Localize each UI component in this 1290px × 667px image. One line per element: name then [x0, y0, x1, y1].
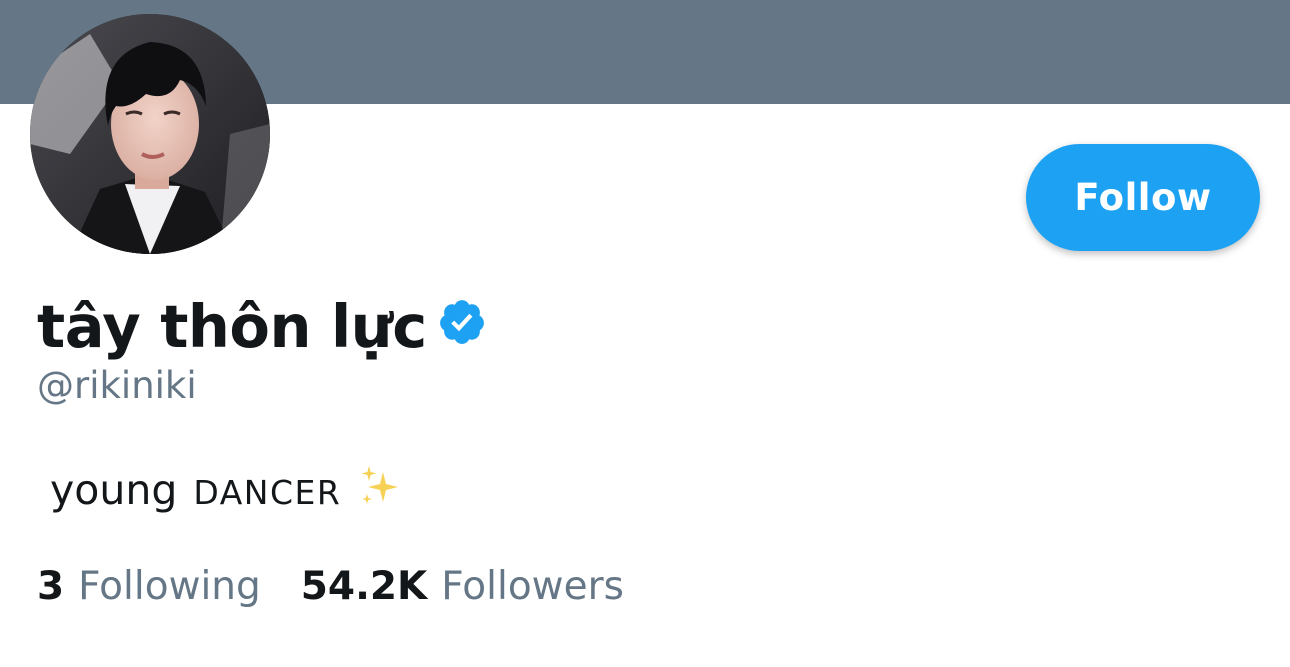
avatar[interactable] [30, 14, 270, 254]
bio-text: young [50, 466, 178, 514]
following-stat[interactable]: 3 Following [37, 564, 261, 609]
sparkles-icon [357, 464, 403, 510]
following-count: 3 [37, 564, 65, 609]
profile-stats: 3 Following 54.2K Followers [37, 564, 624, 609]
user-handle: @rikiniki [37, 364, 197, 407]
profile-bio: young DANCER [50, 458, 403, 514]
followers-stat[interactable]: 54.2K Followers [301, 564, 624, 609]
bio-text-caps: DANCER [193, 473, 342, 512]
avatar-image [30, 14, 270, 254]
profile-card: Follow tây thôn lực @rikiniki young DANC… [0, 0, 1290, 667]
following-label: Following [78, 564, 261, 609]
follow-button[interactable]: Follow [1026, 144, 1260, 251]
display-name-row: tây thôn lực [37, 288, 487, 364]
verified-badge-icon [437, 297, 487, 347]
followers-count: 54.2K [300, 564, 428, 609]
display-name: tây thôn lực [37, 291, 427, 361]
followers-label: Followers [441, 564, 624, 609]
